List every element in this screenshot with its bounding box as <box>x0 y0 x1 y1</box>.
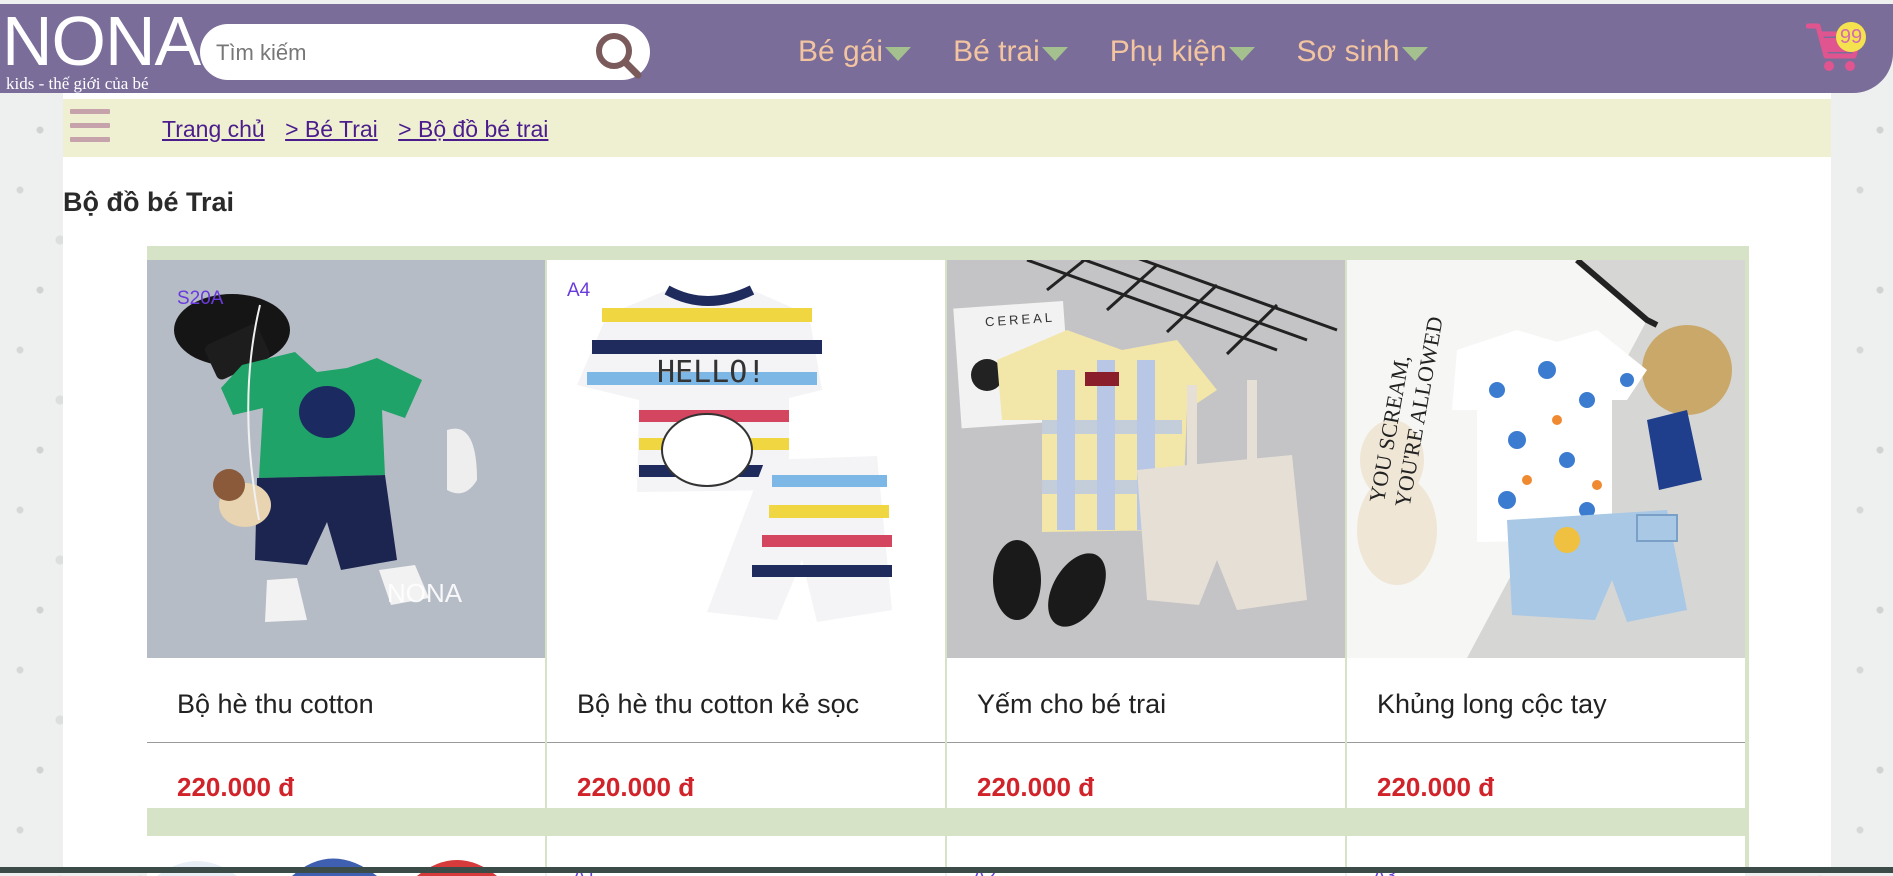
product-price: 220.000 đ <box>977 772 1095 802</box>
product-card[interactable]: CEREAL Yếm cho bé trai 220.000 đ <box>947 260 1345 808</box>
card-divider <box>147 742 545 743</box>
product-code: S20A <box>177 288 224 309</box>
nav-item-phu-kien[interactable]: Phụ kiện <box>1110 30 1255 74</box>
product-image[interactable]: S20A NONA <box>147 260 545 658</box>
search-input[interactable] <box>214 32 578 74</box>
nav-item-label: Phụ kiện <box>1109 35 1227 68</box>
brand-tagline: kids - thế giới của bé <box>6 74 149 93</box>
product-name[interactable]: Khủng long cộc tay <box>1377 689 1607 720</box>
product-image[interactable]: YOU SCREAM, YOU'RE ALLOWED <box>1347 260 1745 658</box>
product-price: 220.000 đ <box>577 772 695 802</box>
product-image[interactable]: CEREAL <box>947 260 1345 658</box>
breadcrumb-bo-do-be-trai-link[interactable]: > Bộ đồ bé trai <box>398 116 548 142</box>
bottom-divider <box>0 867 1893 873</box>
breadcrumb-home-link[interactable]: Trang chủ <box>162 116 265 142</box>
breadcrumb: Trang chủ > Bé Trai > Bộ đồ bé trai <box>162 116 562 143</box>
chevron-down-icon <box>885 47 912 61</box>
nav-item-label: Bé trai <box>953 35 1040 68</box>
product-name[interactable]: Bộ hè thu cotton <box>177 689 374 720</box>
nav-item-be-trai[interactable]: Bé trai <box>953 30 1068 74</box>
search-icon[interactable] <box>592 29 644 81</box>
chevron-down-icon <box>1041 47 1068 61</box>
page-title: Bộ đồ bé Trai <box>63 187 235 217</box>
nav-item-label: Bé gái <box>798 35 884 68</box>
main-nav: Bé gái Bé trai Phụ kiện Sơ sinh <box>798 30 1470 74</box>
site-header: NONA kids - thế giới của bé Bé gái Bé tr… <box>0 4 1893 93</box>
product-image[interactable]: A4 HELLO! <box>547 260 945 658</box>
cart-button[interactable]: 99 <box>1805 18 1866 74</box>
chevron-down-icon <box>1228 47 1255 61</box>
product-price: 220.000 đ <box>1377 772 1495 802</box>
product-code: A4 <box>567 280 591 301</box>
cart-count-badge: 99 <box>1836 22 1866 52</box>
nav-item-be-gai[interactable]: Bé gái <box>798 30 912 74</box>
breadcrumb-be-trai-link[interactable]: > Bé Trai <box>285 116 378 142</box>
product-name[interactable]: Yếm cho bé trai <box>977 689 1166 720</box>
chevron-down-icon <box>1401 47 1428 61</box>
hamburger-menu-icon[interactable] <box>70 109 110 149</box>
image-watermark: NONA <box>387 578 463 608</box>
brand-logo[interactable]: NONA kids - thế giới của bé <box>2 4 201 96</box>
nav-item-label: Sơ sinh <box>1296 35 1400 68</box>
product-card[interactable]: A4 HELLO! Bộ hè thu cotton kẻ sọc 220.00… <box>547 260 945 808</box>
card-divider <box>1347 742 1745 743</box>
brand-name: NONA <box>2 2 201 80</box>
nav-item-so-sinh[interactable]: Sơ sinh <box>1297 30 1428 74</box>
product-name[interactable]: Bộ hè thu cotton kẻ sọc <box>577 689 859 720</box>
card-divider <box>947 742 1345 743</box>
search-box <box>200 24 650 80</box>
breadcrumb-bar: Trang chủ > Bé Trai > Bộ đồ bé trai <box>63 99 1831 157</box>
product-price: 220.000 đ <box>177 772 295 802</box>
shirt-print-text: HELLO! <box>657 355 766 390</box>
main-content: Trang chủ > Bé Trai > Bộ đồ bé trai Bộ đ… <box>63 93 1831 876</box>
product-card[interactable]: S20A NONA Bộ hè thu cotton 220.000 đ <box>147 260 545 808</box>
product-card[interactable]: YOU SCREAM, YOU'RE ALLOWED Khủng long cộ… <box>1347 260 1745 808</box>
product-grid: S20A NONA Bộ hè thu cotton 220.000 đ A4 … <box>147 246 1749 876</box>
card-divider <box>547 742 945 743</box>
